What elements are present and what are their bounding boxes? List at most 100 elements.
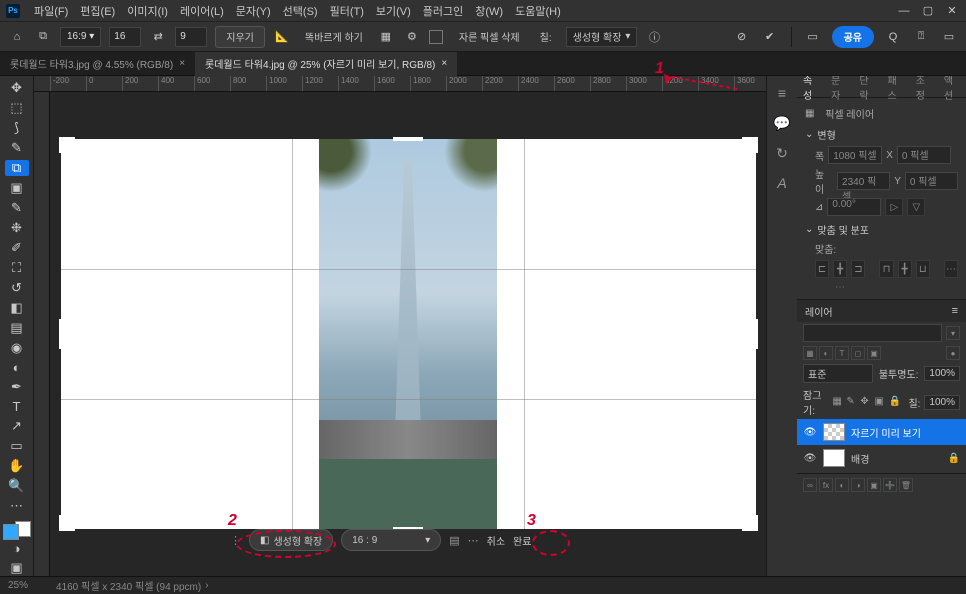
menu-plugins[interactable]: 플러그인	[417, 3, 469, 19]
layer-fx-icon[interactable]: fx	[819, 478, 833, 492]
layer-fill-input[interactable]: 100%	[924, 395, 960, 410]
blend-mode-dropdown[interactable]: 표준	[803, 364, 873, 383]
hand-tool-icon[interactable]: ✋	[5, 458, 29, 474]
lock-artboard-icon[interactable]: ▣	[874, 396, 884, 408]
align-right-icon[interactable]: ⊐	[851, 260, 865, 278]
menu-type[interactable]: 문자(Y)	[230, 3, 277, 19]
opacity-input[interactable]: 100%	[924, 366, 960, 381]
tab-close-icon[interactable]: ×	[179, 58, 185, 69]
clone-tool-icon[interactable]: ⛶	[5, 260, 29, 276]
filter-pixel-icon[interactable]: ▦	[803, 346, 817, 360]
commit-crop-icon[interactable]: ✔	[761, 28, 779, 46]
filter-shape-icon[interactable]: ◻	[851, 346, 865, 360]
menu-file[interactable]: 파일(F)	[28, 3, 74, 19]
align-left-icon[interactable]: ⊏	[815, 260, 829, 278]
crop-handle-bl[interactable]	[59, 515, 75, 531]
panel-icon-1[interactable]: ≡	[773, 84, 791, 102]
panel-flyout-icon[interactable]: ≡	[952, 305, 958, 317]
docinfo-flyout-icon[interactable]: ›	[205, 580, 208, 591]
panel-menu-icon[interactable]: ▭	[940, 28, 958, 46]
crop-handle-l[interactable]	[59, 319, 63, 349]
angle-input[interactable]: 0.00°	[827, 198, 881, 216]
ctx-icon[interactable]: ▤	[449, 534, 459, 547]
crop-tool-icon[interactable]: ⧉	[34, 28, 52, 46]
layer-search-input[interactable]	[803, 324, 942, 342]
panel-tab-adjust[interactable]: 조정	[910, 76, 938, 97]
aspect-ratio-preset[interactable]: 16:9 ▾	[60, 27, 101, 47]
ratio-width-input[interactable]: 16	[109, 27, 141, 47]
blur-tool-icon[interactable]: ◉	[5, 340, 29, 356]
menu-image[interactable]: 이미지(I)	[121, 3, 174, 19]
crop-handle-r[interactable]	[754, 319, 758, 349]
lock-all-icon[interactable]: 🔒	[888, 396, 900, 408]
cancel-crop-icon[interactable]: ⊘	[733, 28, 751, 46]
menu-layer[interactable]: 레이어(L)	[174, 3, 230, 19]
visibility-icon[interactable]: 👁	[803, 451, 817, 465]
align-header[interactable]: ⌄맞춤 및 분포	[805, 222, 958, 237]
lasso-tool-icon[interactable]: ⟆	[5, 120, 29, 136]
crop-handle-tr[interactable]	[742, 137, 758, 153]
toolbox-more-icon[interactable]: ⋯	[5, 498, 29, 514]
straighten-icon[interactable]: 📐	[273, 28, 291, 46]
panel-tab-char[interactable]: 문자	[825, 76, 853, 97]
settings-gear-icon[interactable]: ⚙	[403, 28, 421, 46]
height-input[interactable]: 2340 픽셀	[837, 172, 890, 190]
history-icon[interactable]: ↻	[773, 144, 791, 162]
adjust-layer-icon[interactable]: ◑	[851, 478, 865, 492]
y-input[interactable]: 0 픽셀	[905, 172, 958, 190]
move-tool-icon[interactable]: ✥	[5, 80, 29, 96]
panel-tab-actions[interactable]: 액션	[938, 76, 966, 97]
document-tab-1[interactable]: 롯데월드 타워3.jpg @ 4.55% (RGB/8)×	[0, 52, 195, 76]
history-brush-tool-icon[interactable]: ↺	[5, 280, 29, 296]
menu-view[interactable]: 보기(V)	[370, 3, 417, 19]
fill-mode-dropdown[interactable]: 생성형 확장▾	[566, 27, 638, 47]
width-input[interactable]: 1080 픽셀	[828, 146, 882, 164]
flip-h-icon[interactable]: ▷	[885, 198, 903, 216]
menu-window[interactable]: 창(W)	[469, 3, 509, 19]
transform-header[interactable]: ⌄변형	[805, 127, 958, 142]
menu-select[interactable]: 선택(S)	[277, 3, 324, 19]
close-icon[interactable]: ✕	[944, 3, 960, 19]
lock-trans-icon[interactable]: ▦	[832, 396, 842, 408]
minimize-icon[interactable]: —	[896, 3, 912, 19]
pen-tool-icon[interactable]: ✒	[5, 379, 29, 395]
menu-edit[interactable]: 편집(E)	[74, 3, 121, 19]
share-button[interactable]: 공유	[832, 26, 874, 48]
visibility-icon[interactable]: 👁	[803, 425, 817, 439]
quick-select-tool-icon[interactable]: ✎	[5, 140, 29, 156]
panel-tab-paths[interactable]: 패스	[882, 76, 910, 97]
swap-icon[interactable]: ⇄	[149, 28, 167, 46]
align-top-icon[interactable]: ⊓	[879, 260, 893, 278]
document-tab-2[interactable]: 롯데월드 타워4.jpg @ 25% (자르기 미리 보기, RGB/8)×	[195, 52, 457, 76]
layers-panel-title[interactable]: 레이어	[805, 304, 952, 319]
gradient-tool-icon[interactable]: ▤	[5, 320, 29, 336]
dodge-tool-icon[interactable]: ◐	[5, 360, 29, 375]
delete-cropped-checkbox[interactable]	[429, 30, 443, 44]
layer-mask-icon[interactable]: ◐	[835, 478, 849, 492]
grid-overlay-icon[interactable]: ▦	[377, 28, 395, 46]
align-bottom-icon[interactable]: ⊔	[916, 260, 930, 278]
distribute-icon[interactable]: ⋯	[944, 260, 958, 278]
lock-paint-icon[interactable]: ✎	[846, 396, 856, 408]
done-button[interactable]: 완료	[513, 533, 531, 548]
x-input[interactable]: 0 픽셀	[897, 146, 951, 164]
clear-button[interactable]: 지우기	[215, 26, 265, 48]
healing-tool-icon[interactable]: ❉	[5, 220, 29, 236]
filter-toggle-icon[interactable]: ●	[946, 346, 960, 360]
zoom-tool-icon[interactable]: 🔍	[5, 478, 29, 494]
properties-more-icon[interactable]: ⋯	[805, 282, 875, 293]
zoom-level[interactable]: 25%	[8, 580, 56, 591]
layer-row-preview[interactable]: 👁 자르기 미리 보기	[797, 419, 966, 445]
align-vcenter-icon[interactable]: ╋	[898, 260, 912, 278]
menu-help[interactable]: 도움말(H)	[509, 3, 567, 19]
crop-handle-tl[interactable]	[59, 137, 75, 153]
crop-handle-t[interactable]	[393, 137, 423, 141]
workspace-icon[interactable]: ▭	[804, 28, 822, 46]
ctx-more-icon[interactable]: ⋯	[468, 534, 479, 547]
crop-tool-icon[interactable]: ⧉	[5, 160, 29, 176]
path-tool-icon[interactable]: ↗	[5, 418, 29, 434]
brush-tool-icon[interactable]: ✐	[5, 240, 29, 256]
lock-pos-icon[interactable]: ✥	[860, 396, 870, 408]
layer-row-background[interactable]: 👁 배경 🔒	[797, 445, 966, 471]
crop-handle-br[interactable]	[742, 515, 758, 531]
